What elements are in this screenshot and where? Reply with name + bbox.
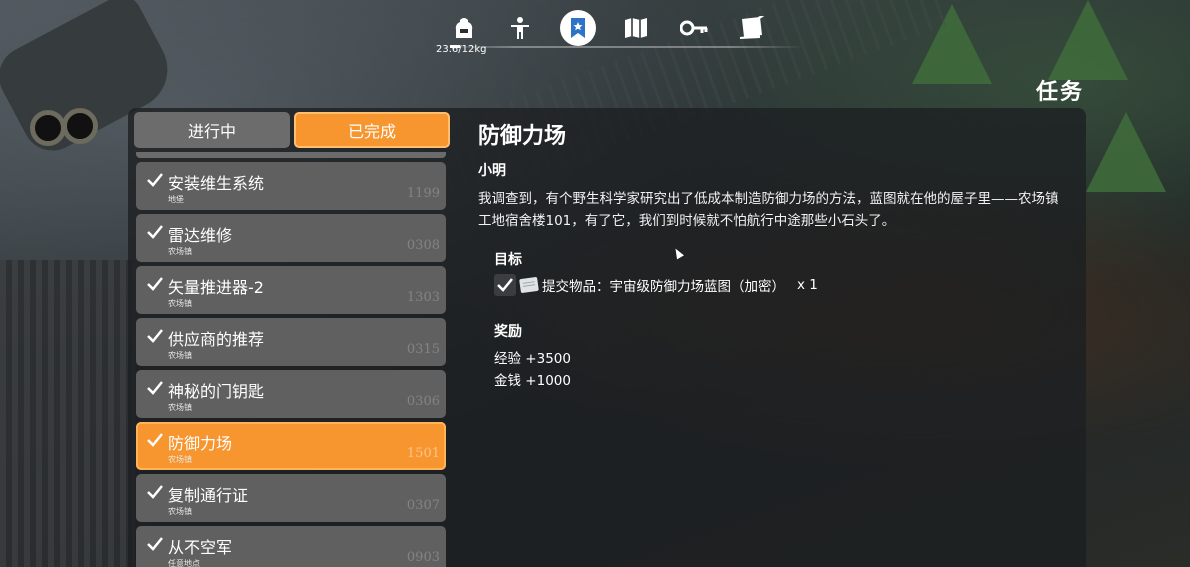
screen-title: 任务 bbox=[1036, 80, 1085, 105]
checkmark-icon bbox=[147, 329, 163, 343]
quest-title: 防御力场 bbox=[478, 124, 567, 149]
tab-completed[interactable]: 已完成 bbox=[294, 112, 450, 148]
background-tree bbox=[912, 4, 992, 84]
quest-code: 0308 bbox=[406, 238, 440, 253]
quest-list-item[interactable]: 雷达维修农场镇 0308 bbox=[136, 214, 446, 262]
quest-giver: 小明 bbox=[478, 163, 506, 179]
quest-name: 防御力场 bbox=[168, 434, 233, 453]
list-scroll-edge bbox=[136, 152, 446, 158]
quest-code: 1199 bbox=[406, 186, 440, 201]
reward-money: 金钱 +1000 bbox=[494, 373, 571, 389]
quest-name: 复制通行证 bbox=[168, 486, 249, 505]
background-wheel bbox=[30, 110, 66, 146]
quest-location: 地堡 bbox=[168, 195, 184, 204]
top-navigation bbox=[444, 8, 804, 48]
checkmark-icon bbox=[147, 225, 163, 239]
quest-location: 农场镇 bbox=[168, 247, 192, 256]
quest-code: 1303 bbox=[406, 290, 440, 305]
nav-divider bbox=[444, 46, 804, 48]
quest-list-item[interactable]: 复制通行证农场镇 0307 bbox=[136, 474, 446, 522]
quest-code: 0315 bbox=[406, 342, 440, 357]
objective-checkbox bbox=[494, 274, 516, 296]
checkmark-icon bbox=[147, 537, 163, 551]
objective-text: 提交物品：宇宙级防御力场蓝图（加密） bbox=[542, 279, 785, 295]
checkmark-icon bbox=[147, 173, 163, 187]
quest-code: 1501 bbox=[406, 446, 440, 461]
quest-location: 农场镇 bbox=[168, 507, 192, 516]
quest-name: 安装维生系统 bbox=[168, 174, 265, 193]
quest-name: 供应商的推荐 bbox=[168, 330, 265, 349]
background-tree bbox=[1086, 112, 1166, 192]
quest-list[interactable]: 安装维生系统地堡 1199 雷达维修农场镇 0308 矢量推进器-2 农场镇 1303 供应商… bbox=[134, 152, 448, 567]
objective-row: 提交物品：宇宙级防御力场蓝图（加密） x 1 bbox=[494, 274, 818, 296]
objective-label: 目标 bbox=[494, 252, 522, 268]
quest-icon[interactable] bbox=[560, 10, 596, 46]
quest-name: 雷达维修 bbox=[168, 226, 233, 245]
quest-name: 神秘的门钥匙 bbox=[168, 382, 265, 401]
quest-list-item[interactable]: 供应商的推荐农场镇 0315 bbox=[136, 318, 446, 366]
quest-list-item[interactable]: 矢量推进器-2 农场镇 1303 bbox=[136, 266, 446, 314]
quest-name: 矢量推进器-2 bbox=[168, 278, 264, 297]
backpack-icon[interactable] bbox=[446, 10, 482, 46]
checkmark-icon bbox=[147, 277, 163, 291]
quest-location: 农场镇 bbox=[168, 299, 192, 308]
quest-location: 任意地点 bbox=[168, 559, 200, 567]
quest-list-item[interactable]: 防御力场农场镇 1501 bbox=[136, 422, 446, 470]
quest-location: 农场镇 bbox=[168, 455, 192, 464]
quest-list-item[interactable]: 从不空军任意地点 0903 bbox=[136, 526, 446, 567]
background-roof bbox=[0, 260, 135, 567]
quest-code: 0306 bbox=[406, 394, 440, 409]
quest-name: 从不空军 bbox=[168, 538, 233, 557]
quest-description: 我调查到，有个野生科学家研究出了低成本制造防御力场的方法，蓝图就在他的屋子里——… bbox=[478, 191, 1059, 229]
quest-list-item[interactable]: 安装维生系统地堡 1199 bbox=[136, 162, 446, 210]
quest-code: 0307 bbox=[406, 498, 440, 513]
quest-location: 农场镇 bbox=[168, 351, 192, 360]
quest-tabs: 进行中 已完成 bbox=[134, 112, 452, 150]
checkmark-icon bbox=[147, 485, 163, 499]
reward-label: 奖励 bbox=[494, 324, 522, 340]
weight-readout: 23.6/12kg bbox=[436, 44, 487, 55]
journal-icon[interactable] bbox=[734, 10, 770, 46]
objective-quantity: x 1 bbox=[797, 277, 818, 293]
blueprint-item-icon bbox=[519, 276, 539, 294]
background-wheel bbox=[62, 108, 98, 144]
quest-list-item[interactable]: 神秘的门钥匙农场镇 0306 bbox=[136, 370, 446, 418]
quest-code: 0903 bbox=[406, 550, 440, 565]
reward-xp: 经验 +3500 bbox=[494, 351, 571, 367]
checkmark-icon bbox=[147, 433, 163, 447]
background-tree bbox=[1048, 0, 1128, 80]
map-icon[interactable] bbox=[618, 10, 654, 46]
checkmark-icon bbox=[147, 381, 163, 395]
quest-location: 农场镇 bbox=[168, 403, 192, 412]
character-icon[interactable] bbox=[502, 10, 538, 46]
key-icon[interactable] bbox=[676, 10, 712, 46]
tab-in-progress[interactable]: 进行中 bbox=[134, 112, 290, 148]
checkmark-icon bbox=[497, 278, 513, 292]
